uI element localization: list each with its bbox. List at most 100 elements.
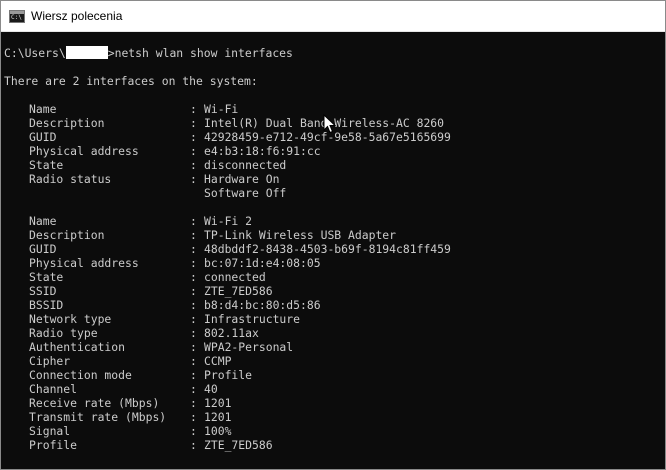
- property-row: Signal:100%: [4, 424, 665, 438]
- property-value: 48dbddf2-8438-4503-b69f-8194c81ff459: [204, 242, 451, 256]
- property-key: State: [29, 158, 64, 172]
- property-separator: :: [190, 116, 197, 130]
- property-key: Profile: [29, 438, 78, 452]
- property-key: Receive rate (Mbps): [29, 396, 160, 410]
- property-row: GUID:48dbddf2-8438-4503-b69f-8194c81ff45…: [4, 242, 665, 256]
- property-value: Profile: [204, 368, 253, 382]
- property-separator: :: [190, 130, 197, 144]
- property-value: 100%: [204, 424, 232, 438]
- property-key: Transmit rate (Mbps): [29, 410, 167, 424]
- property-key: Name: [29, 214, 57, 228]
- property-key: Authentication: [29, 340, 126, 354]
- property-row: Network type: Infrastructure: [4, 312, 665, 326]
- property-separator: :: [190, 102, 197, 116]
- property-value: b8:d4:bc:80:d5:86: [204, 298, 321, 312]
- interface-block: Name: Wi-Fi 2 Description: TP-Link Wireless…: [4, 214, 665, 452]
- property-row: SSID: ZTE_7ED586: [4, 284, 665, 298]
- property-value: TP-Link Wireless USB Adapter: [204, 228, 397, 242]
- property-row: Receive rate (Mbps):1201: [4, 396, 665, 410]
- property-key: Physical address: [29, 144, 139, 158]
- property-value: Infrastructure: [204, 312, 301, 326]
- console-output[interactable]: C:\Users\ >netsh wlan show interfaces The…: [1, 32, 665, 469]
- property-value: ZTE_7ED586: [204, 438, 273, 452]
- title-bar[interactable]: Wiersz polecenia: [1, 1, 665, 32]
- property-key: Network type: [29, 312, 112, 326]
- property-value: 1201: [204, 410, 232, 424]
- property-row: Transmit rate (Mbps):1201: [4, 410, 665, 424]
- property-value: connected: [204, 270, 266, 284]
- property-key: Physical address: [29, 256, 139, 270]
- property-key: GUID: [29, 130, 57, 144]
- property-separator: :: [190, 158, 197, 172]
- property-separator: :: [190, 214, 197, 228]
- property-key: Signal: [29, 424, 71, 438]
- property-key: Cipher: [29, 354, 71, 368]
- property-key: Name: [29, 102, 57, 116]
- property-row: Channel:40: [4, 382, 665, 396]
- property-key: [4, 186, 190, 200]
- property-separator: :: [190, 298, 197, 312]
- property-value: e4:b3:18:f6:91:cc: [204, 144, 321, 158]
- property-key: State: [29, 270, 64, 284]
- property-row: Name: Wi-Fi 2: [4, 214, 665, 228]
- property-row: Software Off: [4, 186, 665, 200]
- property-value: bc:07:1d:e4:08:05: [204, 256, 321, 270]
- property-separator: [190, 186, 204, 200]
- property-separator: :: [190, 382, 197, 396]
- prompt-prefix: C:\Users\: [4, 46, 66, 60]
- redacted-username: [65, 46, 108, 59]
- property-key: SSID: [29, 284, 57, 298]
- property-separator: :: [190, 242, 197, 256]
- property-value: 802.11ax: [204, 326, 259, 340]
- property-row: Physical address: bc:07:1d:e4:08:05: [4, 256, 665, 270]
- property-separator: :: [190, 326, 197, 340]
- property-value: 40: [204, 382, 218, 396]
- property-value: 1201: [204, 396, 232, 410]
- property-separator: :: [190, 312, 197, 326]
- property-key: Channel: [29, 382, 78, 396]
- property-separator: :: [190, 256, 197, 270]
- command-text: >netsh wlan show interfaces: [107, 46, 293, 60]
- property-row: State: connected: [4, 270, 665, 284]
- property-value: disconnected: [204, 158, 287, 172]
- property-row: Radio type:802.11ax: [4, 326, 665, 340]
- property-value: CCMP: [204, 354, 232, 368]
- property-row: Physical address: e4:b3:18:f6:91:cc: [4, 144, 665, 158]
- property-row: Description: TP-Link Wireless USB Adapter: [4, 228, 665, 242]
- property-key: Radio type: [29, 326, 98, 340]
- property-value: Wi-Fi 2: [204, 214, 253, 228]
- property-row: State: disconnected: [4, 158, 665, 172]
- property-separator: :: [190, 172, 197, 186]
- property-separator: :: [190, 424, 197, 438]
- property-key: Connection mode: [29, 368, 132, 382]
- property-key: Radio status: [29, 172, 112, 186]
- property-value: Software Off: [204, 186, 287, 200]
- property-value: WPA2-Personal: [204, 340, 294, 354]
- property-separator: :: [190, 270, 197, 284]
- window-title: Wiersz polecenia: [31, 9, 123, 23]
- property-row: Authentication: WPA2-Personal: [4, 340, 665, 354]
- property-separator: :: [190, 284, 197, 298]
- command-prompt-icon[interactable]: [9, 9, 25, 23]
- property-row: Profile: ZTE_7ED586: [4, 438, 665, 452]
- property-separator: :: [190, 354, 197, 368]
- property-row: Connection mode: Profile: [4, 368, 665, 382]
- property-separator: :: [190, 368, 197, 382]
- command-line: C:\Users\ >netsh wlan show interfaces: [4, 46, 665, 60]
- property-separator: :: [190, 228, 197, 242]
- property-key: Description: [29, 116, 105, 130]
- mouse-pointer-icon: [323, 114, 337, 134]
- property-row: Radio status: Hardware On: [4, 172, 665, 186]
- interfaces-summary: There are 2 interfaces on the system:: [4, 74, 258, 88]
- property-row: BSSID: b8:d4:bc:80:d5:86: [4, 298, 665, 312]
- property-key: Description: [29, 228, 105, 242]
- property-key: GUID: [29, 242, 57, 256]
- property-key: BSSID: [29, 298, 64, 312]
- property-value: Wi-Fi: [204, 102, 239, 116]
- property-value: Hardware On: [204, 172, 280, 186]
- property-value: ZTE_7ED586: [204, 284, 273, 298]
- property-separator: :: [190, 438, 197, 452]
- property-separator: :: [190, 410, 197, 424]
- property-separator: :: [190, 396, 197, 410]
- property-separator: :: [190, 144, 197, 158]
